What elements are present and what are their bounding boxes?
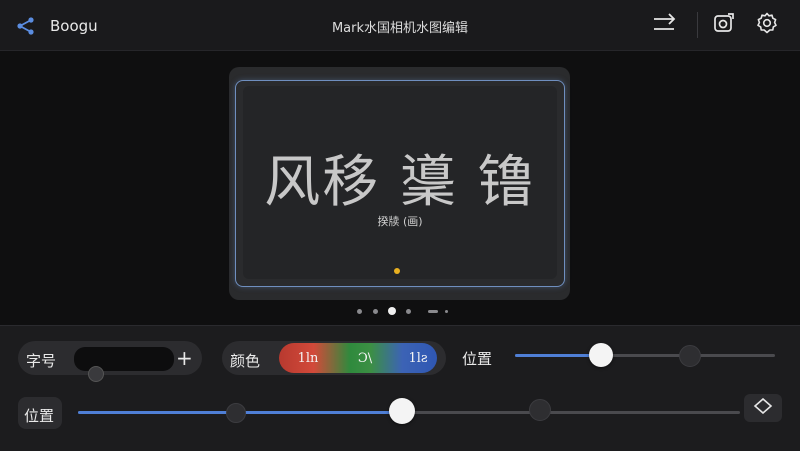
watermark-text[interactable]: 风移 䆃 镥: [243, 148, 557, 218]
top-bar: Boogu Mark水国相机水图编辑: [0, 0, 800, 51]
redo-icon: [652, 12, 678, 38]
toolbar-separator: [697, 12, 698, 38]
page-dot[interactable]: [445, 310, 448, 313]
position-label: 位置: [462, 350, 493, 368]
window-title: Mark水国相机水图编辑: [331, 21, 469, 36]
font-size-handle[interactable]: [88, 366, 104, 382]
position-slider-thumb[interactable]: [588, 343, 613, 367]
redo-button[interactable]: [651, 11, 679, 39]
page-dash[interactable]: [428, 310, 438, 313]
color-swatch-blue[interactable]: 1lƨ: [396, 343, 440, 373]
camera-edit-icon: [712, 11, 736, 39]
expand-button[interactable]: [744, 394, 782, 422]
page-dot-active[interactable]: [388, 307, 396, 315]
color-swatch-green[interactable]: Ɔ\: [340, 343, 390, 373]
position-slider-2-marker: [226, 403, 246, 423]
gear-icon: [755, 11, 779, 39]
focus-indicator: [394, 268, 400, 274]
position-slider-2-marker: [529, 399, 551, 421]
page-dot[interactable]: [373, 309, 378, 314]
position-slider-marker: [679, 345, 701, 367]
camera-edit-button[interactable]: [710, 11, 738, 39]
settings-button[interactable]: [753, 11, 781, 39]
page-dot[interactable]: [406, 309, 411, 314]
page-dot[interactable]: [357, 309, 362, 314]
page-indicator: [355, 307, 455, 317]
color-swatch-red[interactable]: 1ln: [283, 343, 333, 373]
font-size-input[interactable]: [74, 347, 174, 371]
color-label: 颜色: [230, 352, 261, 370]
font-size-increase-button[interactable]: +: [176, 346, 193, 370]
position-label-2: 位置: [24, 407, 55, 425]
position-slider-fill: [515, 354, 601, 357]
watermark-caption: 揆牍 (画): [377, 215, 423, 228]
expand-icon: [753, 397, 773, 418]
font-size-label: 字号: [26, 352, 57, 370]
